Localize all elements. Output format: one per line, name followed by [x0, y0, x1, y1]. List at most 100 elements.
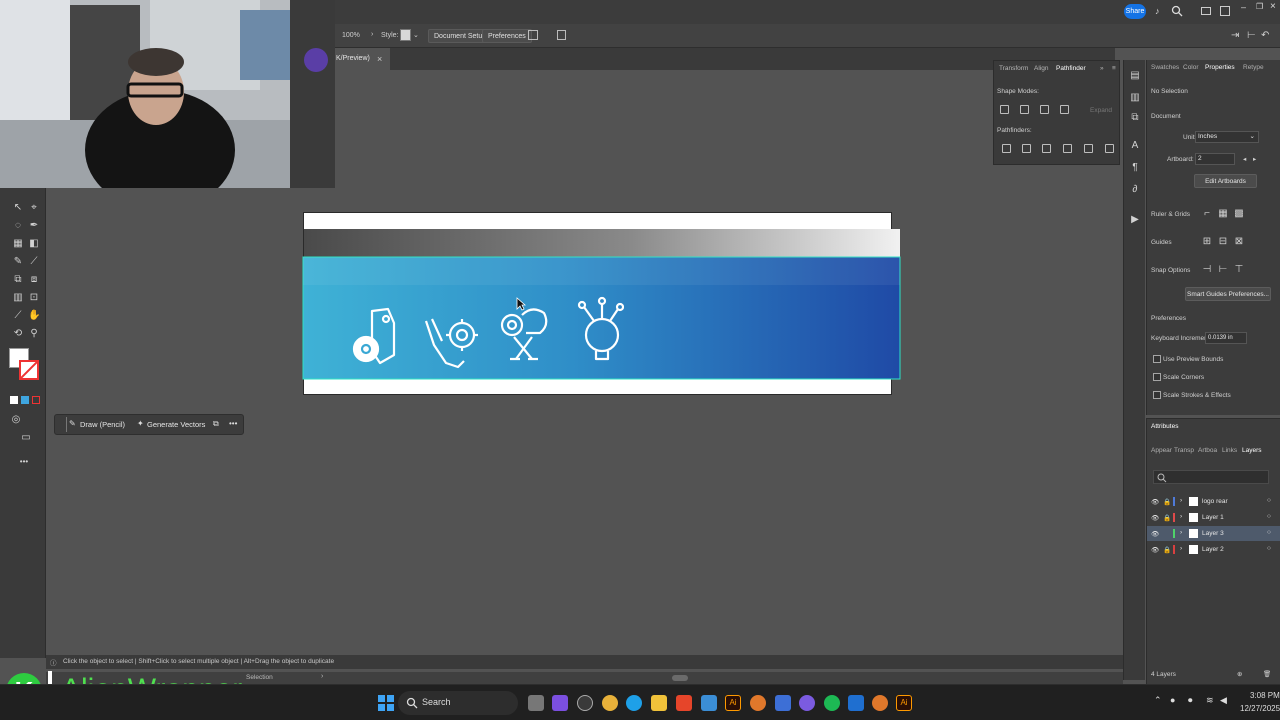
- pin-icon[interactable]: ⧉: [213, 419, 219, 429]
- expand-button[interactable]: Expand: [1090, 107, 1112, 114]
- app-icon[interactable]: [799, 695, 815, 711]
- tab-links[interactable]: Links: [1222, 447, 1237, 454]
- task-view-icon[interactable]: [528, 695, 544, 711]
- lasso-tool-icon[interactable]: ◌: [12, 220, 24, 232]
- intersect-icon[interactable]: [1040, 105, 1049, 114]
- smart-guides-preferences-button[interactable]: Smart Guides Preferences...: [1185, 287, 1271, 301]
- outline-icon[interactable]: [1084, 144, 1093, 153]
- guides-icon[interactable]: ⊞: [1201, 236, 1213, 248]
- layers-strip-icon[interactable]: ▥: [1129, 92, 1141, 104]
- app-icon[interactable]: [775, 695, 791, 711]
- tab-properties[interactable]: Properties: [1205, 64, 1235, 71]
- snap-grid-icon[interactable]: ⊢: [1217, 264, 1229, 276]
- keyboard-increment-input[interactable]: 0.0139 in: [1205, 332, 1247, 344]
- paragraph-icon[interactable]: ¶: [1129, 162, 1141, 174]
- chevron-right-icon[interactable]: ›: [1180, 513, 1182, 520]
- color-mode-icon[interactable]: [10, 396, 18, 404]
- delete-layer-icon[interactable]: 🗑: [1263, 670, 1271, 678]
- taskbar-search[interactable]: Search: [398, 691, 518, 715]
- prev-artboard-icon[interactable]: ◂: [1243, 155, 1246, 163]
- tab-pathfinder[interactable]: Pathfinder: [1056, 65, 1086, 72]
- new-layer-icon[interactable]: ⊕: [1237, 670, 1242, 678]
- scale-strokes-checkbox[interactable]: [1153, 391, 1161, 399]
- smart-guides-icon[interactable]: ⊠: [1233, 236, 1245, 248]
- drag-handle[interactable]: [66, 417, 67, 432]
- clock-time[interactable]: 3:08 PM: [1250, 691, 1280, 700]
- tray-chevron-icon[interactable]: ⌃: [1154, 695, 1162, 706]
- arrange-documents-icon[interactable]: [528, 30, 538, 40]
- workspace-icon[interactable]: [1201, 7, 1211, 15]
- openai-icon[interactable]: [577, 695, 593, 711]
- windows-start-icon[interactable]: [378, 695, 394, 711]
- screen-mode-icon[interactable]: ▭: [20, 432, 32, 444]
- snap-pixel-icon[interactable]: ⊤: [1233, 264, 1245, 276]
- search-icon[interactable]: [1171, 5, 1183, 17]
- close-tab-icon[interactable]: ×: [377, 48, 382, 70]
- libraries-icon[interactable]: ▤: [1129, 70, 1141, 82]
- more-options-button[interactable]: •••: [229, 419, 237, 428]
- target-icon[interactable]: ○: [1267, 545, 1271, 552]
- artboards-strip-icon[interactable]: ⧉: [1129, 112, 1141, 124]
- play-icon[interactable]: ›: [321, 673, 323, 680]
- hand-gear-icon[interactable]: [424, 311, 480, 369]
- chevron-down-icon[interactable]: ⌄: [413, 31, 419, 39]
- tab-color[interactable]: Color: [1183, 64, 1199, 71]
- close-button[interactable]: ×: [1270, 1, 1276, 12]
- arrange-icon[interactable]: [1220, 6, 1230, 16]
- chevron-right-icon[interactable]: ›: [1180, 545, 1182, 552]
- trim-icon[interactable]: [1022, 144, 1031, 153]
- path-icon[interactable]: ⊢: [1247, 30, 1256, 41]
- artboard[interactable]: [302, 213, 901, 394]
- ruler-icon[interactable]: ⌐: [1201, 208, 1213, 220]
- collapse-panel-icon[interactable]: »: [1100, 65, 1104, 72]
- chevron-right-icon[interactable]: ›: [1180, 497, 1182, 504]
- shape-builder-tool-icon[interactable]: ⧉: [12, 274, 24, 286]
- visibility-icon[interactable]: 👁: [1151, 530, 1159, 538]
- divide-icon[interactable]: [1002, 144, 1011, 153]
- share-button[interactable]: Share: [1124, 4, 1146, 19]
- layers-search-input[interactable]: [1153, 470, 1269, 484]
- restore-button[interactable]: ❐: [1256, 2, 1263, 11]
- stroke-swatch[interactable]: [19, 360, 39, 380]
- artboard-dropdown[interactable]: 2: [1195, 153, 1235, 165]
- blend-tool-icon[interactable]: ⧈: [28, 274, 40, 286]
- generate-vectors-button[interactable]: Generate Vectors: [147, 420, 205, 429]
- bell-icon[interactable]: ♪: [1155, 6, 1165, 17]
- grid-icon[interactable]: ▦: [1217, 208, 1229, 220]
- actions-icon[interactable]: ▶: [1129, 214, 1141, 226]
- rotate-view-tool-icon[interactable]: ⟲: [12, 328, 24, 340]
- grid-tool-icon[interactable]: ▦: [12, 238, 24, 250]
- artboard-tool-icon[interactable]: ⊡: [28, 292, 40, 304]
- exclude-icon[interactable]: [1060, 105, 1069, 114]
- volume-icon[interactable]: ◀: [1220, 695, 1227, 706]
- glyphs-icon[interactable]: ∂: [1129, 184, 1141, 196]
- crop-icon[interactable]: [1063, 144, 1072, 153]
- graph-tool-icon[interactable]: ▥: [12, 292, 24, 304]
- scroll-thumb[interactable]: [672, 675, 688, 681]
- tab-transform[interactable]: Transform: [999, 65, 1028, 72]
- layer-row[interactable]: 👁 › Layer 3 ○: [1147, 526, 1280, 541]
- none-mode-icon[interactable]: [32, 396, 40, 404]
- app-icon[interactable]: [848, 695, 864, 711]
- tab-swatches[interactable]: Swatches: [1151, 64, 1179, 71]
- select-arrows-icon[interactable]: ⇥: [1231, 30, 1239, 41]
- undo-icon[interactable]: ↶: [1261, 30, 1269, 41]
- unite-icon[interactable]: [1000, 105, 1009, 114]
- tab-retype[interactable]: Retype: [1243, 64, 1264, 71]
- units-dropdown[interactable]: Inches ⌄: [1195, 131, 1259, 143]
- pencil-tool-icon[interactable]: ✎: [12, 256, 24, 268]
- pen-tool-icon[interactable]: ✒: [28, 220, 40, 232]
- layer-row[interactable]: 👁 🔒 › logo rear ○: [1147, 494, 1280, 509]
- group-selection-tool-icon[interactable]: ⌖: [28, 202, 40, 214]
- layer-row[interactable]: 👁 🔒 › Layer 1 ○: [1147, 510, 1280, 525]
- draw-mode-icon[interactable]: ◎: [10, 414, 22, 426]
- minus-front-icon[interactable]: [1020, 105, 1029, 114]
- lock-icon[interactable]: 🔒: [1163, 498, 1171, 506]
- wifi-icon[interactable]: ≋: [1206, 695, 1214, 706]
- illustrator-icon[interactable]: Ai: [896, 695, 912, 711]
- target-icon[interactable]: ○: [1267, 497, 1271, 504]
- tray-app-icon[interactable]: ●: [1170, 695, 1175, 705]
- gradient-mode-icon[interactable]: [21, 396, 29, 404]
- hand-tool-icon[interactable]: ✋: [28, 310, 40, 322]
- style-swatch[interactable]: [400, 29, 411, 41]
